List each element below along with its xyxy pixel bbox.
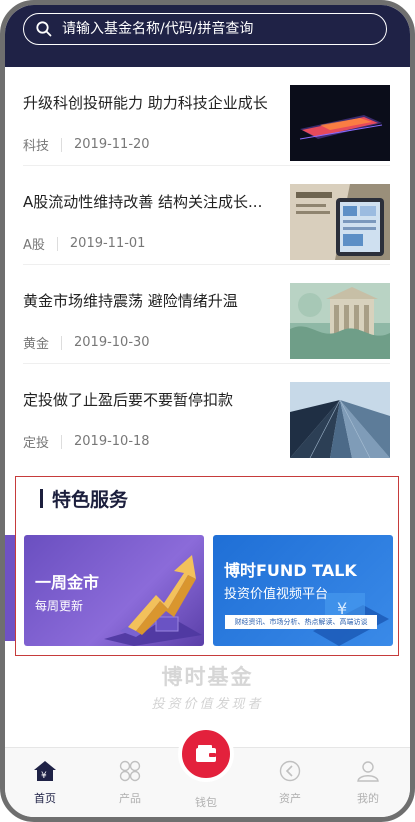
- featured-services-section: 特色服务 一周金市 每周更新 ¥ 博时FUND TALK 投资价值视频平台 财经…: [15, 476, 399, 656]
- home-icon: ¥: [34, 761, 56, 781]
- user-icon: [357, 761, 379, 782]
- assets-icon: [279, 760, 301, 782]
- news-title: 黄金市场维持震荡 避险情绪升温: [23, 292, 238, 310]
- search-icon: [36, 21, 52, 37]
- bottom-tab-bar: ¥ 首页 产品 钱包 资产 我的: [5, 726, 410, 817]
- news-title: A股流动性维持改善 结构关注成长...: [23, 193, 263, 211]
- phone-frame: 升级科创投研能力 助力科技企业成长 科技 2019-11-20 A股流动性维持改…: [0, 0, 415, 822]
- carousel-peek: [5, 535, 15, 641]
- news-thumbnail: [290, 283, 390, 359]
- brand-footer: 博时基金 投资价值发现者: [5, 661, 410, 712]
- tab-label: 资产: [279, 792, 301, 805]
- card-subtitle: 每周更新: [35, 599, 84, 613]
- tab-products[interactable]: 产品: [95, 760, 165, 806]
- card-tags: 财经资讯、市场分析、热点解读、高端访谈: [225, 615, 377, 629]
- search-input[interactable]: [60, 20, 364, 38]
- wallet-icon: [196, 745, 216, 762]
- weekly-gold-card[interactable]: 一周金市 每周更新: [24, 535, 204, 646]
- news-tag: A股: [23, 238, 45, 253]
- header-bar: [5, 5, 410, 67]
- card-title: 一周金市: [35, 573, 100, 592]
- news-item[interactable]: A股流动性维持改善 结构关注成长... A股 2019-11-01: [5, 166, 410, 265]
- news-title: 定投做了止盈后要不要暂停扣款: [23, 391, 234, 409]
- news-date: 2019-11-01: [69, 236, 146, 251]
- news-thumbnail: [290, 85, 390, 161]
- tab-home[interactable]: ¥ 首页: [10, 760, 80, 806]
- brand-name: 博时基金: [161, 665, 254, 689]
- news-tag: 定投: [23, 436, 50, 451]
- card-subtitle: 投资价值视频平台: [224, 587, 329, 602]
- news-meta: A股 2019-11-01: [23, 234, 145, 253]
- meta-divider: [61, 335, 63, 350]
- svg-text:¥: ¥: [41, 771, 47, 781]
- tab-label: 产品: [119, 792, 141, 805]
- section-title: 特色服务: [40, 485, 128, 512]
- tab-label: 我的: [357, 792, 379, 805]
- news-title: 升级科创投研能力 助力科技企业成长: [23, 94, 268, 112]
- news-date: 2019-11-20: [74, 137, 150, 152]
- news-meta: 定投 2019-10-18: [23, 432, 150, 451]
- news-item[interactable]: 黄金市场维持震荡 避险情绪升温 黄金 2019-10-30: [5, 265, 410, 364]
- wallet-button[interactable]: [178, 726, 234, 782]
- news-tag: 科技: [23, 139, 50, 154]
- card-title: 博时FUND TALK: [224, 561, 357, 580]
- news-meta: 黄金 2019-10-30: [23, 333, 150, 352]
- news-thumbnail: [290, 184, 390, 260]
- tab-label: 首页: [34, 792, 56, 805]
- news-item[interactable]: 升级科创投研能力 助力科技企业成长 科技 2019-11-20: [5, 67, 410, 166]
- wallet-label: 钱包: [195, 796, 217, 809]
- grid-icon: [119, 760, 141, 782]
- meta-divider: [56, 236, 58, 251]
- news-tag: 黄金: [23, 337, 50, 352]
- news-date: 2019-10-30: [74, 335, 150, 350]
- tab-mine[interactable]: 我的: [333, 760, 403, 806]
- news-item[interactable]: 定投做了止盈后要不要暂停扣款 定投 2019-10-18: [5, 364, 410, 463]
- fund-talk-card[interactable]: ¥ 博时FUND TALK 投资价值视频平台 财经资讯、市场分析、热点解读、高端…: [213, 535, 393, 646]
- tab-assets[interactable]: 资产: [255, 760, 325, 806]
- news-thumbnail: [290, 382, 390, 458]
- news-date: 2019-10-18: [74, 434, 150, 449]
- brand-slogan: 投资价值发现者: [151, 697, 264, 712]
- meta-divider: [61, 434, 63, 449]
- news-meta: 科技 2019-11-20: [23, 135, 150, 154]
- search-bar[interactable]: [23, 13, 387, 45]
- meta-divider: [61, 137, 63, 152]
